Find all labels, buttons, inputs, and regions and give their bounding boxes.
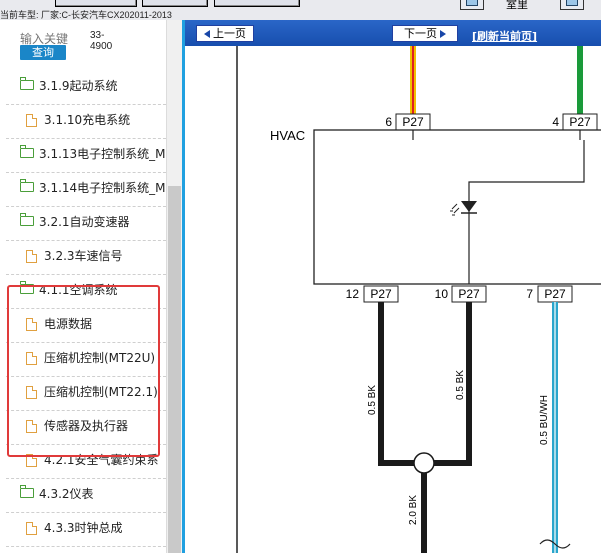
tree-item[interactable]: 3.2.3车速信号 <box>6 240 166 275</box>
tree-item[interactable]: 3.1.10充电系统 <box>6 104 166 139</box>
sidebar-tree-panel: 查询 33- 4900 3.1.9起动系统 3.1.10充电系统 3.1.13电子控… <box>0 20 182 553</box>
tree-item-label: 3.2.3车速信号 <box>44 249 123 263</box>
folder-icon <box>20 145 34 158</box>
tree-item[interactable]: 3.1.9起动系统 <box>6 70 166 105</box>
tree-item[interactable]: 4.3.3时钟总成 <box>6 512 166 547</box>
tree-item-label: 3.1.9起动系统 <box>39 79 118 93</box>
tree-item-label: 3.1.13电子控制系统_M <box>39 147 166 161</box>
tree-item-label: 3.2.1自动变速器 <box>39 215 130 229</box>
tree-item-label: 4.3.2仪表 <box>39 487 94 501</box>
toolbar-label: 室里 <box>506 0 528 11</box>
toolbar-button-2[interactable] <box>142 0 208 7</box>
tree-item[interactable]: 4.3.2仪表 <box>6 478 166 513</box>
tree-item-label: 3.1.10充电系统 <box>44 113 131 127</box>
toolbar-picture-icon[interactable] <box>460 0 484 10</box>
file-icon <box>26 250 37 263</box>
search-button[interactable]: 查询 <box>20 45 66 60</box>
tree-item-label: 3.1.14电子控制系统_M <box>39 181 166 195</box>
diagram-pane: P27 6 P27 4 HVAC P27 12 P27 10 P27 7 0.5… <box>182 20 601 553</box>
file-icon <box>26 522 37 535</box>
tree-item[interactable]: 3.1.13电子控制系统_M <box>6 138 166 173</box>
folder-icon <box>20 213 34 226</box>
folder-icon <box>20 179 34 192</box>
top-toolbar: 室里 当前车型: 厂家:C-长安汽车CX202011-2013 <box>0 0 601 20</box>
toolbar-window-icon[interactable] <box>560 0 584 10</box>
toolbar-button-1[interactable] <box>55 0 137 7</box>
folder-icon <box>20 77 34 90</box>
search-range-text: 33- 4900 <box>90 30 113 52</box>
scrollbar-thumb[interactable] <box>168 186 181 553</box>
sidebar-scrollbar[interactable] <box>166 20 182 553</box>
tree-item[interactable]: 3.2.1自动变速器 <box>6 206 166 241</box>
file-icon <box>26 114 37 127</box>
folder-icon <box>20 485 34 498</box>
tree-item-label: 4.3.3时钟总成 <box>44 521 123 535</box>
toolbar-button-3[interactable] <box>214 0 300 7</box>
highlight-box <box>7 285 160 457</box>
tree-item[interactable]: 3.1.14电子控制系统_M <box>6 172 166 207</box>
frame-border <box>182 20 601 553</box>
